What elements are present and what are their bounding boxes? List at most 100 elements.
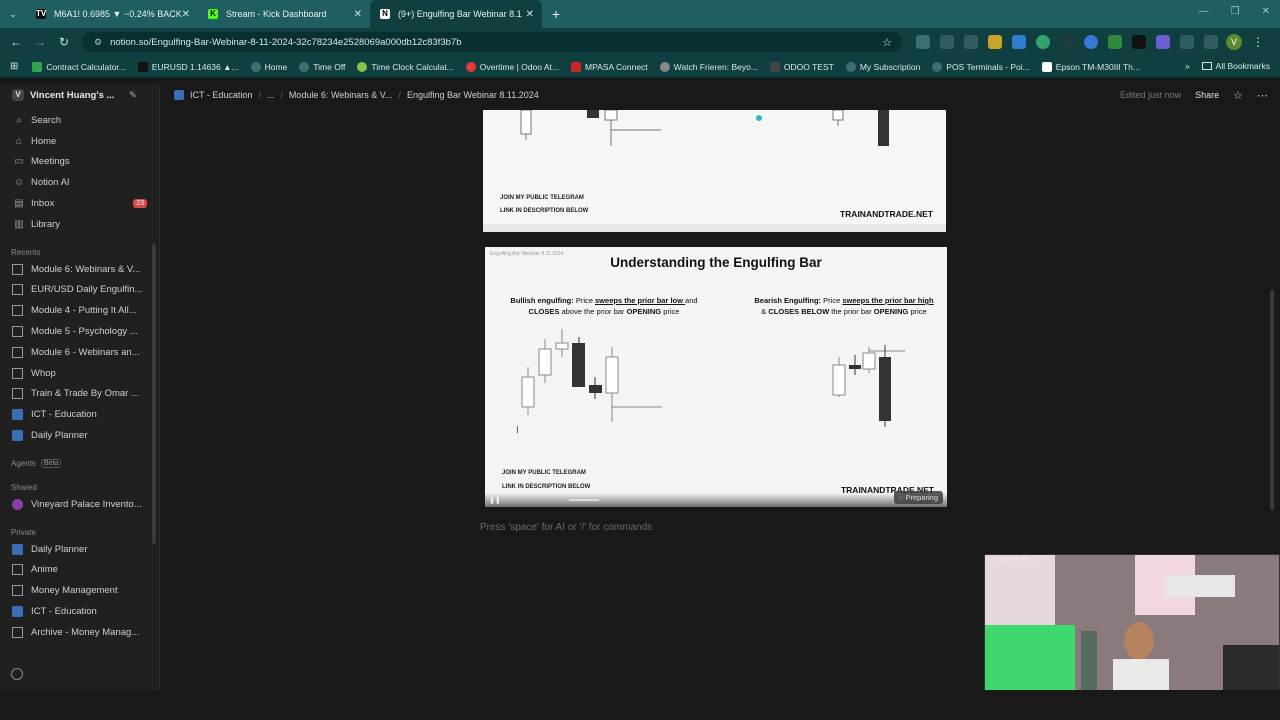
breadcrumb-item[interactable]: ICT - Education bbox=[190, 90, 252, 100]
bookmark-item[interactable]: Time Off bbox=[299, 61, 345, 72]
bookmark-item[interactable]: POS Terminals - Poi... bbox=[932, 61, 1030, 72]
site-info-icon[interactable]: ⚙ bbox=[94, 37, 102, 48]
sidebar-recent-item[interactable]: Module 5 - Psychology ... bbox=[0, 321, 159, 342]
extension-icon[interactable] bbox=[1036, 35, 1050, 49]
extension-icon[interactable] bbox=[916, 35, 930, 49]
browser-tab-notion[interactable]: N (9+) Engulfing Bar Webinar 8.1 ✕ bbox=[370, 0, 542, 28]
sidebar-private-item[interactable]: Archive - Money Manag... bbox=[0, 622, 159, 643]
sidebar-recent-item[interactable]: ICT - Education bbox=[0, 404, 159, 425]
bookmark-item[interactable]: Time Clock Calculat... bbox=[357, 61, 454, 72]
profile-avatar[interactable]: V bbox=[1226, 34, 1242, 50]
sidebar-item-search[interactable]: ⌕ Search bbox=[0, 110, 159, 131]
share-button[interactable]: Share bbox=[1195, 90, 1219, 100]
new-tab-button[interactable]: + bbox=[552, 6, 560, 22]
bookmark-star-icon[interactable]: ☆ bbox=[882, 36, 892, 49]
breadcrumb-item[interactable]: ... bbox=[267, 90, 275, 100]
sidebar-item-label: Home bbox=[31, 135, 57, 147]
sidebar-item-meetings[interactable]: ▭ Meetings bbox=[0, 152, 159, 173]
menu-kebab-icon[interactable]: ⋮ bbox=[1246, 35, 1270, 49]
pause-icon[interactable]: ❚❚ bbox=[489, 496, 501, 504]
bookmark-item[interactable]: Contract Calculator... bbox=[32, 61, 126, 72]
video-embed-top[interactable]: JOIN MY PUBLIC TELEGRAM LINK IN DESCRIPT… bbox=[483, 110, 946, 232]
progress-bar[interactable] bbox=[569, 499, 599, 501]
reload-icon[interactable]: ↻ bbox=[52, 35, 76, 49]
bookmark-label: Overtime | Odoo At... bbox=[479, 61, 559, 72]
bookmark-item[interactable]: ODOO TEST bbox=[769, 61, 834, 72]
sidebar-recent-item[interactable]: Train & Trade By Omar ... bbox=[0, 384, 159, 405]
extension-icon[interactable] bbox=[1108, 35, 1122, 49]
sidebar-recent-item[interactable]: EUR/USD Daily Engulfin... bbox=[0, 280, 159, 301]
bookmark-item[interactable]: Home bbox=[250, 61, 287, 72]
linkedin-icon bbox=[1041, 61, 1052, 72]
help-icon[interactable] bbox=[11, 668, 23, 680]
extension-icon[interactable] bbox=[1060, 35, 1074, 49]
more-options-icon[interactable]: ⋯ bbox=[1257, 89, 1268, 102]
video-controls[interactable]: ❚❚ bbox=[485, 493, 947, 507]
sidebar-recent-item[interactable]: Module 6 - Webinars an... bbox=[0, 342, 159, 363]
maximize-icon[interactable]: ❐ bbox=[1231, 6, 1240, 17]
extension-icon[interactable] bbox=[1156, 35, 1170, 49]
extension-icon[interactable] bbox=[1012, 35, 1026, 49]
empty-block-placeholder[interactable]: Press 'space' for AI or '/' for commands bbox=[480, 522, 652, 533]
extension-icon[interactable] bbox=[1084, 35, 1098, 49]
recents-header[interactable]: Recents bbox=[0, 241, 159, 259]
close-tab-icon[interactable]: ✕ bbox=[354, 9, 362, 20]
page-scrollbar[interactable] bbox=[1270, 290, 1274, 510]
workspace-switcher[interactable]: V Vincent Huang's ... ✎ bbox=[0, 84, 159, 106]
all-bookmarks-button[interactable]: All Bookmarks bbox=[1201, 61, 1270, 71]
sidebar-scrollbar[interactable] bbox=[152, 244, 156, 544]
video-embed-engulfing[interactable]: Engulfing Bar Webinar 8.11.2024 Understa… bbox=[485, 247, 947, 507]
bookmark-item[interactable]: MPASA Connect bbox=[570, 61, 648, 72]
back-icon[interactable]: ← bbox=[4, 35, 28, 49]
minimize-icon[interactable]: — bbox=[1199, 6, 1209, 17]
sidebar-item-label: Train & Trade By Omar ... bbox=[31, 388, 139, 400]
sidebar-item-label: Archive - Money Manag... bbox=[31, 626, 140, 638]
sidebar-shared-item[interactable]: Vineyard Palace Invento... bbox=[0, 494, 159, 515]
sidebar-recent-item[interactable]: Daily Planner bbox=[0, 425, 159, 446]
sidebar-private-item[interactable]: Money Management bbox=[0, 580, 159, 601]
sidebar-recent-item[interactable]: Module 6: Webinars & V... bbox=[0, 259, 159, 280]
sidebar-recent-item[interactable]: Whop bbox=[0, 363, 159, 384]
extension-icon[interactable] bbox=[1132, 35, 1146, 49]
shared-header[interactable]: Shared bbox=[0, 476, 159, 494]
sidebar-item-label: Vineyard Palace Invento... bbox=[31, 498, 142, 510]
bookmark-item[interactable]: Overtime | Odoo At... bbox=[465, 61, 559, 72]
bookmarks-right: » All Bookmarks bbox=[1185, 61, 1270, 71]
extensions-puzzle-icon[interactable] bbox=[1180, 35, 1194, 49]
sidebar-item-library[interactable]: ▥ Library bbox=[0, 214, 159, 235]
extension-icon[interactable] bbox=[940, 35, 954, 49]
breadcrumb-item[interactable]: Module 6: Webinars & V... bbox=[289, 90, 393, 100]
address-bar[interactable]: ⚙ notion.so/Engulfing-Bar-Webinar-8-11-2… bbox=[82, 32, 902, 52]
bookmark-label: EURUSD 1.14636 ▲... bbox=[151, 61, 239, 72]
sidebar-private-item[interactable]: Daily Planner bbox=[0, 539, 159, 560]
bookmark-item[interactable]: Watch Frieren: Beyo... bbox=[659, 61, 758, 72]
close-tab-icon[interactable]: ✕ bbox=[526, 9, 534, 20]
apps-grid-icon[interactable]: ⊞ bbox=[10, 61, 18, 72]
close-tab-icon[interactable]: ✕ bbox=[182, 9, 190, 20]
globe-icon bbox=[845, 61, 856, 72]
browser-tab-tradingview[interactable]: TV M6A1! 0.6985 ▼ −0.24% BACK ✕ bbox=[26, 0, 198, 28]
more-bookmarks-button[interactable]: » bbox=[1185, 61, 1190, 71]
bookmark-item[interactable]: EURUSD 1.14636 ▲... bbox=[137, 61, 239, 72]
sidebar-private-item[interactable]: Anime bbox=[0, 560, 159, 581]
breadcrumb-item[interactable]: Engulfing Bar Webinar 8.11.2024 bbox=[407, 90, 539, 100]
extension-icon[interactable] bbox=[988, 35, 1002, 49]
sidebar-recent-item[interactable]: Module 4 - Putting It All... bbox=[0, 300, 159, 321]
private-header[interactable]: Private bbox=[0, 521, 159, 539]
sidebar-private-item[interactable]: ICT - Education bbox=[0, 601, 159, 622]
browser-tab-kick[interactable]: K Stream - Kick Dashboard ✕ bbox=[198, 0, 370, 28]
agents-header[interactable]: Agents Beta bbox=[0, 452, 159, 470]
sidebar-item-notion-ai[interactable]: ☺ Notion AI bbox=[0, 172, 159, 193]
favorite-star-icon[interactable]: ☆ bbox=[1233, 89, 1243, 102]
tab-search-icon[interactable]: ⌄ bbox=[0, 9, 26, 20]
bookmark-item[interactable]: Epson TM-M30III Th... bbox=[1041, 61, 1140, 72]
close-window-icon[interactable]: ✕ bbox=[1262, 6, 1270, 17]
forward-icon[interactable]: → bbox=[28, 35, 52, 49]
extension-icon[interactable] bbox=[964, 35, 978, 49]
page-header: ICT - Education / ... / Module 6: Webina… bbox=[160, 84, 1280, 106]
sidebar-item-inbox[interactable]: ▤ Inbox 23 bbox=[0, 193, 159, 214]
reading-list-icon[interactable] bbox=[1204, 35, 1218, 49]
sidebar-item-home[interactable]: ⌂ Home bbox=[0, 131, 159, 152]
bookmark-item[interactable]: My Subscription bbox=[845, 61, 920, 72]
new-page-icon[interactable]: ✎ bbox=[129, 90, 137, 101]
